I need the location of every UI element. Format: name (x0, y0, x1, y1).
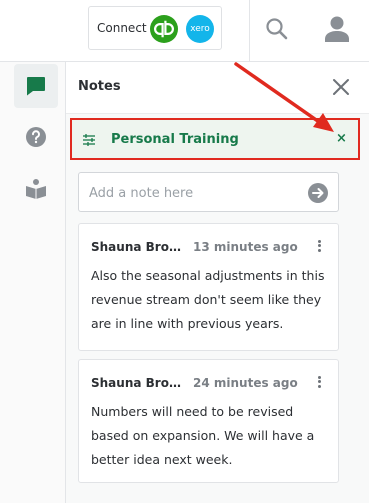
note-author: Shauna Brooks (91, 376, 183, 390)
add-note-field[interactable] (78, 172, 339, 212)
user-avatar-icon[interactable] (322, 14, 352, 44)
active-filter-chip[interactable]: Personal Training × (70, 118, 360, 160)
submit-arrow-icon[interactable] (307, 182, 329, 204)
note-body: Also the seasonal adjustments in this re… (91, 268, 325, 331)
header-divider (249, 0, 250, 62)
connect-label: Connect (97, 21, 147, 35)
notes-panel: Notes Personal Training × Add a note her… (66, 62, 369, 503)
notes-panel-header: Notes (66, 62, 369, 114)
close-icon[interactable] (330, 76, 352, 98)
more-options-icon[interactable] (315, 374, 323, 390)
top-header: Connect xero (0, 0, 369, 62)
note-body: Numbers will need to be revised based on… (91, 404, 315, 467)
open-book-icon (26, 179, 46, 199)
connect-integrations-button[interactable]: Connect xero (88, 6, 222, 50)
chat-bubble-icon (27, 77, 45, 96)
left-sidebar (0, 62, 66, 503)
quickbooks-icon[interactable] (150, 15, 178, 43)
panel-title: Notes (78, 79, 121, 94)
note-timestamp: 24 minutes ago (193, 376, 298, 390)
sidebar-item-help[interactable] (14, 115, 58, 159)
note-card: Shauna Brooks 24 minutes ago Numbers wil… (78, 359, 339, 483)
search-icon[interactable] (264, 16, 290, 42)
help-circle-icon (26, 127, 46, 147)
clear-filter-button[interactable]: × (336, 131, 347, 146)
filter-label: Personal Training (111, 132, 239, 147)
note-input[interactable] (89, 183, 299, 203)
sidebar-item-notes[interactable] (14, 64, 58, 108)
note-timestamp: 13 minutes ago (193, 240, 298, 254)
sidebar-item-guide[interactable] (14, 166, 58, 210)
xero-icon[interactable]: xero (186, 15, 214, 43)
more-options-icon[interactable] (315, 238, 323, 254)
note-card: Shauna Brooks 13 minutes ago Also the se… (78, 223, 339, 351)
note-author: Shauna Brooks (91, 240, 183, 254)
filter-sliders-icon (82, 132, 96, 146)
